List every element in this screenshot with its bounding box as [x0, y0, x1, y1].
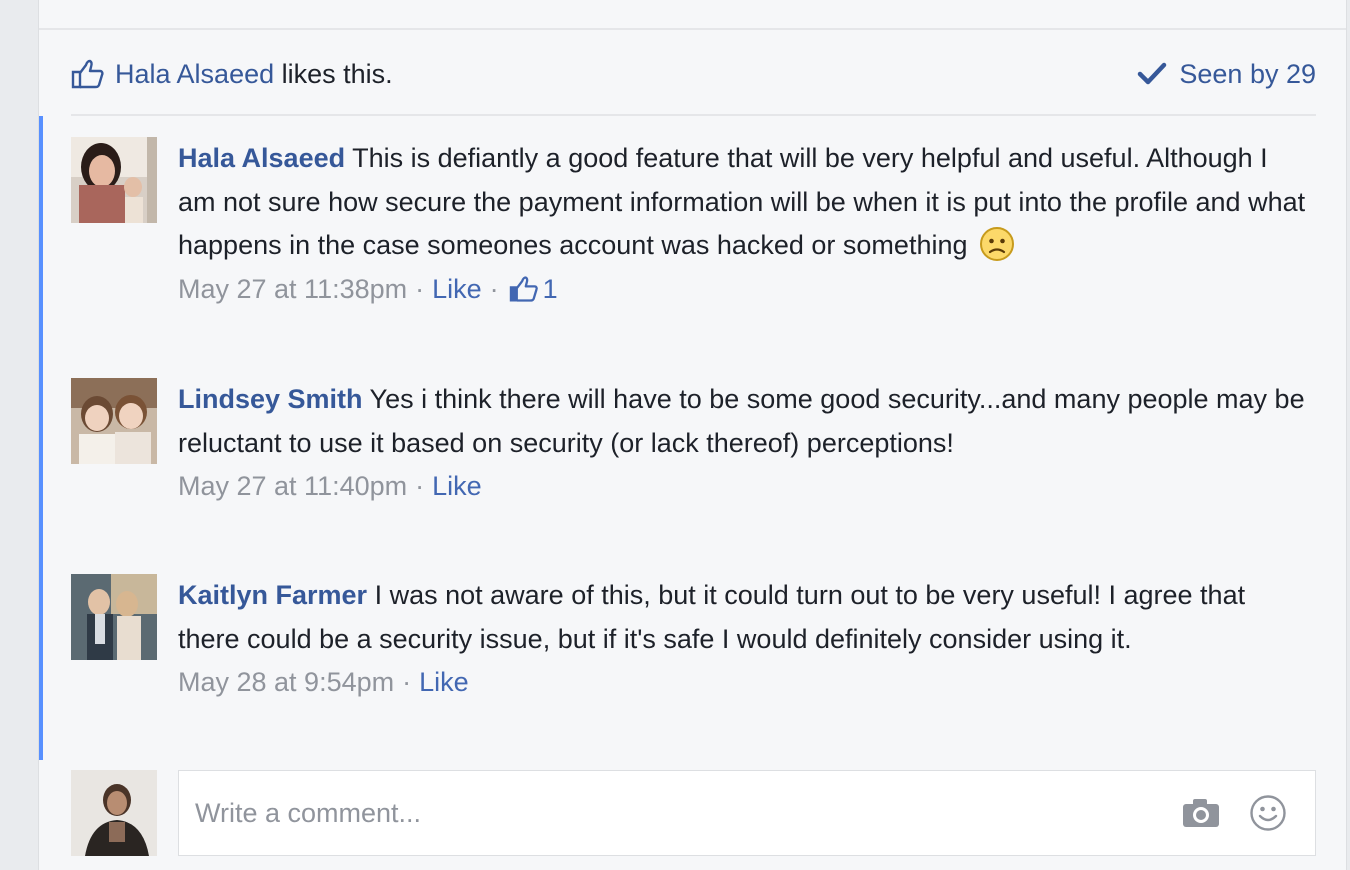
camera-icon[interactable] [1181, 797, 1221, 829]
separator: · [415, 273, 425, 304]
separator: · [415, 471, 425, 501]
comment-body: Hala Alsaeed This is defiantly a good fe… [178, 137, 1306, 311]
like-button[interactable]: Like [432, 268, 482, 311]
current-user-avatar[interactable] [71, 770, 157, 856]
avatar[interactable] [71, 378, 157, 464]
page: Hala Alsaeed likes this. Seen by 29 Hala… [0, 0, 1350, 870]
seen-by[interactable]: Seen by 29 [1137, 59, 1316, 90]
comment-timestamp[interactable]: May 27 at 11:38pm [178, 268, 407, 311]
avatar[interactable] [71, 137, 157, 223]
divider [71, 114, 1316, 116]
comment-meta: May 27 at 11:38pm · Like · 1 [178, 268, 1306, 311]
comment-timestamp[interactable]: May 27 at 11:40pm [178, 465, 407, 508]
comment-composer: Write a comment... [71, 770, 1316, 856]
comment-text: This is defiantly a good feature that wi… [178, 143, 1306, 260]
comment: Hala Alsaeed This is defiantly a good fe… [71, 137, 1306, 352]
comment-body: Lindsey Smith Yes i think there will hav… [178, 378, 1306, 508]
comment: Kaitlyn Farmer I was not aware of this, … [71, 574, 1306, 749]
comment-timestamp[interactable]: May 28 at 9:54pm [178, 661, 394, 704]
comment-content: Kaitlyn Farmer I was not aware of this, … [178, 574, 1306, 661]
likes-suffix: likes this. [274, 58, 393, 89]
comment-author[interactable]: Lindsey Smith [178, 384, 363, 414]
comment-content: Lindsey Smith Yes i think there will hav… [178, 378, 1306, 465]
comment-author[interactable]: Hala Alsaeed [178, 143, 345, 173]
comment-author[interactable]: Kaitlyn Farmer [178, 580, 367, 610]
like-count-value: 1 [542, 273, 558, 304]
liker-name[interactable]: Hala Alsaeed [115, 59, 274, 90]
like-button[interactable]: Like [419, 661, 469, 704]
checkmark-icon [1138, 62, 1167, 85]
thumbs-up-icon [71, 59, 104, 89]
thumbs-up-icon [509, 276, 538, 302]
likes-summary: Hala Alsaeed likes this. Seen by 29 [71, 52, 1316, 96]
like-button[interactable]: Like [432, 465, 482, 508]
like-count[interactable]: 1 [509, 268, 558, 311]
comment-input-placeholder: Write a comment... [195, 797, 422, 828]
comments-accent-bar [39, 116, 43, 760]
comment-meta: May 28 at 9:54pm · Like [178, 661, 1306, 704]
comment-body: Kaitlyn Farmer I was not aware of this, … [178, 574, 1306, 704]
frown-emoji-icon [980, 227, 1015, 261]
likes-text: Hala Alsaeed likes this. [71, 59, 393, 90]
seen-by-label: Seen by 29 [1179, 58, 1316, 89]
separator: · [402, 667, 412, 697]
comment-content: Hala Alsaeed This is defiantly a good fe… [178, 137, 1306, 268]
smiley-icon[interactable] [1249, 794, 1287, 832]
separator: · [489, 273, 499, 304]
comment-input[interactable]: Write a comment... [178, 770, 1316, 856]
comment: Lindsey Smith Yes i think there will hav… [71, 378, 1306, 553]
post-comments-card: Hala Alsaeed likes this. Seen by 29 Hala… [38, 0, 1347, 870]
comment-meta: May 27 at 11:40pm · Like [178, 465, 1306, 508]
avatar[interactable] [71, 574, 157, 660]
divider [39, 28, 1346, 30]
